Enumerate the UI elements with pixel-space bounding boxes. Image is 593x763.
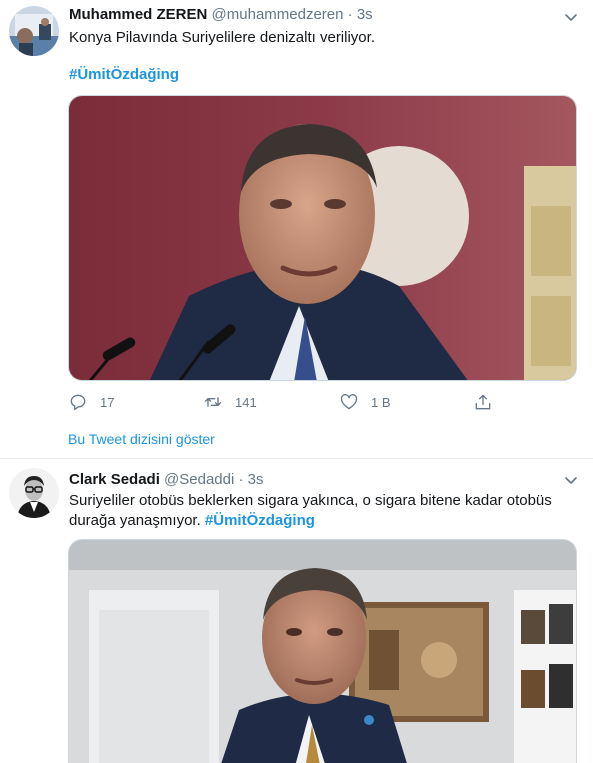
user-handle[interactable]: @muhammedzeren	[212, 6, 344, 23]
like-count: 1 B	[371, 394, 391, 410]
tweet-text: Suriyeliler otobüs beklerken sigara yakı…	[69, 491, 559, 531]
reply-button[interactable]: 17	[68, 392, 114, 412]
tweet-header: Clark Sedadi @Sedaddi · 3s	[69, 470, 264, 490]
chevron-down-icon[interactable]	[563, 9, 579, 25]
reply-count: 17	[100, 394, 115, 410]
share-icon	[475, 394, 491, 410]
retweet-icon	[204, 397, 222, 407]
tweet-actions: 17 141 1 B	[68, 392, 508, 412]
timestamp[interactable]: 3s	[357, 6, 373, 23]
separator-dot: ·	[238, 471, 244, 488]
tweet-photo[interactable]	[68, 539, 577, 763]
hashtag-link[interactable]: #ÜmitÖzdağing	[69, 65, 569, 85]
like-icon	[340, 394, 358, 410]
reply-icon	[70, 394, 86, 411]
display-name[interactable]: Muhammed ZEREN	[69, 6, 207, 23]
timestamp[interactable]: 3s	[248, 471, 264, 488]
like-button[interactable]: 1 B	[339, 392, 391, 412]
avatar[interactable]	[9, 6, 59, 56]
retweet-count: 141	[235, 394, 257, 410]
tweet-header: Muhammed ZEREN @muhammedzeren · 3s	[69, 5, 373, 25]
avatar[interactable]	[9, 468, 59, 518]
tweet[interactable]: Muhammed ZEREN @muhammedzeren · 3s Konya…	[0, 0, 593, 459]
separator-dot: ·	[347, 6, 353, 23]
show-thread-link[interactable]: Bu Tweet dizisini göster	[68, 430, 215, 448]
retweet-button[interactable]: 141	[203, 392, 257, 412]
chevron-down-icon[interactable]	[563, 472, 579, 488]
hashtag-link[interactable]: #ÜmitÖzdağing	[205, 512, 315, 529]
user-handle[interactable]: @Sedaddi	[164, 471, 234, 488]
display-name[interactable]: Clark Sedadi	[69, 471, 160, 488]
tweet-text: Konya Pilavında Suriyelilere denizaltı v…	[69, 29, 375, 46]
share-button[interactable]	[473, 392, 493, 412]
tweet-photo[interactable]	[68, 95, 577, 381]
